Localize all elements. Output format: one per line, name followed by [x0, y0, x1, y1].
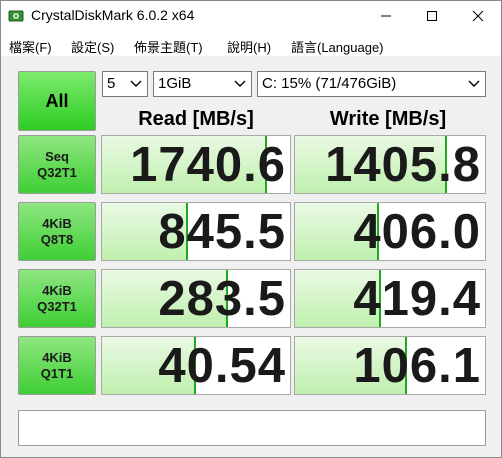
minimize-icon — [381, 15, 391, 17]
read-result-box: 283.5 — [101, 269, 291, 328]
read-result-value: 283.5 — [158, 272, 286, 326]
test-label-line2: Q32T1 — [37, 164, 77, 180]
disk-app-icon — [8, 10, 24, 22]
test-4kib-q8t8-button[interactable]: 4KiB Q8T8 — [18, 202, 96, 261]
test-label-line2: Q32T1 — [37, 298, 77, 314]
test-size-select[interactable]: 1GiB — [153, 71, 252, 97]
test-count-value: 5 — [107, 75, 116, 92]
menu-language[interactable]: 語言(Language) — [291, 37, 384, 56]
minimize-button[interactable] — [363, 1, 409, 31]
close-icon — [472, 10, 484, 22]
write-result-value: 106.1 — [353, 339, 481, 393]
write-column-header: Write [MB/s] — [329, 108, 447, 130]
menu-file[interactable]: 檔案(F) — [9, 37, 52, 56]
write-result-box: 419.4 — [294, 269, 486, 328]
close-button[interactable] — [455, 1, 501, 31]
menu-theme[interactable]: 佈景主題(T) — [134, 37, 203, 56]
chevron-down-icon — [130, 80, 142, 87]
main-panel: All 5 1GiB C: 15% (71/476GiB) Read [MB/s… — [1, 57, 501, 457]
read-result-value: 40.54 — [158, 339, 286, 393]
chevron-down-icon — [234, 80, 246, 87]
read-result-box: 40.54 — [101, 336, 291, 395]
menu-help[interactable]: 說明(H) — [227, 37, 271, 56]
read-result-box: 845.5 — [101, 202, 291, 261]
drive-value: C: 15% (71/476GiB) — [262, 75, 397, 92]
write-result-value: 419.4 — [353, 272, 481, 326]
read-result-box: 1740.6 — [101, 135, 291, 194]
title-bar[interactable]: CrystalDiskMark 6.0.2 x64 — [1, 1, 501, 31]
maximize-button[interactable] — [409, 1, 455, 31]
write-result-box: 106.1 — [294, 336, 486, 395]
read-result-value: 1740.6 — [130, 138, 286, 192]
chevron-down-icon — [468, 80, 480, 87]
test-label-line2: Q1T1 — [40, 365, 74, 381]
test-seq-q32t1-button[interactable]: Seq Q32T1 — [18, 135, 96, 194]
maximize-icon — [427, 11, 437, 21]
test-label-line1: Seq — [45, 148, 69, 164]
write-result-value: 406.0 — [353, 205, 481, 259]
window-title: CrystalDiskMark 6.0.2 x64 — [31, 7, 195, 23]
test-4kib-q32t1-button[interactable]: 4KiB Q32T1 — [18, 269, 96, 328]
test-label-line1: 4KiB — [42, 282, 72, 298]
app-window: CrystalDiskMark 6.0.2 x64 檔案(F) 設定(S) 佈景… — [0, 0, 502, 458]
write-result-value: 1405.8 — [325, 138, 481, 192]
test-label-line1: 4KiB — [42, 215, 72, 231]
test-4kib-q1t1-button[interactable]: 4KiB Q1T1 — [18, 336, 96, 395]
menu-settings[interactable]: 設定(S) — [71, 37, 114, 56]
test-size-value: 1GiB — [158, 75, 192, 92]
run-all-button[interactable]: All — [18, 71, 96, 131]
test-count-select[interactable]: 5 — [102, 71, 148, 97]
test-label-line2: Q8T8 — [40, 231, 74, 247]
comment-input[interactable] — [18, 410, 486, 446]
read-result-value: 845.5 — [158, 205, 286, 259]
write-result-box: 1405.8 — [294, 135, 486, 194]
drive-select[interactable]: C: 15% (71/476GiB) — [257, 71, 486, 97]
read-column-header: Read [MB/s] — [138, 108, 254, 130]
menu-bar: 檔案(F) 設定(S) 佈景主題(T) 說明(H) 語言(Language) — [1, 31, 501, 57]
write-result-box: 406.0 — [294, 202, 486, 261]
test-label-line1: 4KiB — [42, 349, 72, 365]
